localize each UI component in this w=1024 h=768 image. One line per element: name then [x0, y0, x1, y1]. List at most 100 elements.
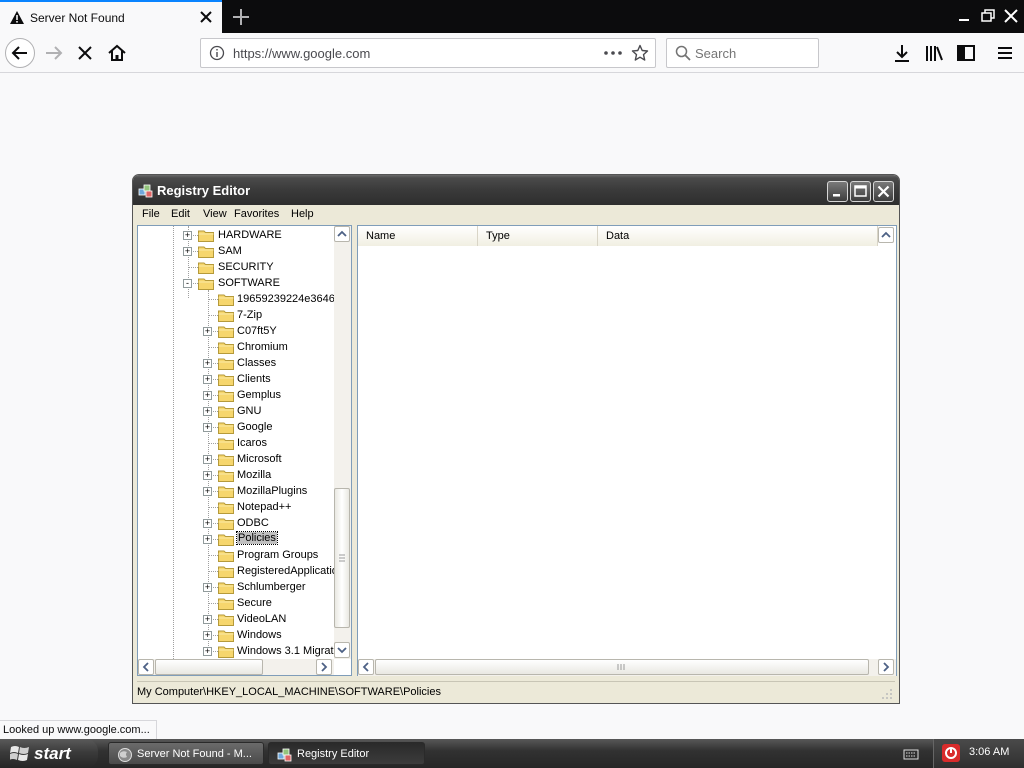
list-horizontal-scrollbar[interactable] — [358, 659, 896, 676]
keyboard-icon[interactable] — [903, 746, 919, 762]
tree-item[interactable]: 19659239224e3646 — [138, 291, 335, 307]
search-input[interactable] — [695, 44, 813, 62]
tree-item[interactable]: +Windows 3.1 Migration Status — [138, 643, 351, 659]
tree-item-label: Classes — [237, 357, 277, 369]
menu-favorites[interactable]: Favorites — [234, 208, 279, 220]
tree-item[interactable]: + Mozilla — [138, 467, 334, 483]
expand-icon[interactable]: + — [203, 391, 212, 400]
antivirus-icon[interactable] — [942, 744, 960, 762]
scroll-up-button[interactable] — [334, 226, 350, 242]
start-button[interactable]: start — [0, 739, 98, 768]
scroll-thumb[interactable] — [375, 659, 869, 675]
folder-icon — [218, 390, 234, 402]
close-button[interactable] — [873, 181, 894, 202]
tree-vertical-scrollbar[interactable] — [334, 226, 351, 659]
tree-item[interactable]: - SOFTWARE — [138, 275, 334, 291]
tree-item[interactable]: Secure — [138, 595, 334, 611]
scroll-left-button[interactable] — [138, 659, 154, 675]
tree-item[interactable]: + Microsoft — [138, 451, 334, 467]
tree-item[interactable]: Program Groups — [138, 547, 334, 563]
info-icon[interactable] — [209, 45, 225, 61]
tree-item[interactable]: + GNU — [138, 403, 334, 419]
tree-item[interactable]: Notepad++ — [138, 499, 334, 515]
expand-icon[interactable]: + — [203, 615, 212, 624]
expand-icon[interactable]: + — [203, 407, 212, 416]
tree-item[interactable]: + C07ft5Y — [138, 323, 334, 339]
expand-icon[interactable]: + — [183, 247, 192, 256]
expand-icon[interactable]: + — [203, 471, 212, 480]
page-actions-icon[interactable] — [603, 47, 623, 59]
expand-icon[interactable]: + — [203, 359, 212, 368]
sidebar-icon[interactable] — [955, 42, 977, 64]
tree-item[interactable]: + SAM — [138, 243, 334, 259]
bookmark-star-icon[interactable] — [631, 44, 649, 62]
expand-icon[interactable]: + — [203, 583, 212, 592]
menu-icon[interactable] — [994, 42, 1016, 64]
menu-edit[interactable]: Edit — [171, 208, 190, 220]
scroll-right-button[interactable] — [878, 659, 894, 675]
tree-item[interactable]: + HARDWARE — [138, 227, 334, 243]
library-icon[interactable] — [923, 42, 945, 64]
collapse-icon[interactable]: - — [183, 279, 192, 288]
expand-icon[interactable]: + — [183, 231, 192, 240]
new-tab-icon[interactable] — [230, 6, 252, 28]
tree-horizontal-scrollbar[interactable] — [138, 659, 334, 675]
expand-icon[interactable]: + — [203, 519, 212, 528]
tree-line — [208, 555, 218, 556]
menu-file[interactable]: File — [142, 208, 160, 220]
close-browser-icon[interactable] — [1000, 5, 1022, 27]
scroll-left-button[interactable] — [358, 659, 374, 675]
tree-item[interactable]: + Schlumberger — [138, 579, 334, 595]
tree-item[interactable]: + ODBC — [138, 515, 334, 531]
close-tab-icon[interactable] — [199, 10, 213, 24]
expand-icon[interactable]: + — [203, 487, 212, 496]
minimize-button[interactable] — [827, 181, 848, 202]
resize-grip-icon[interactable] — [881, 688, 893, 700]
column-header-type[interactable]: Type — [478, 226, 598, 246]
tree-item[interactable]: + Classes — [138, 355, 334, 371]
scroll-thumb[interactable] — [334, 488, 350, 628]
tree-item[interactable]: 7-Zip — [138, 307, 334, 323]
search-bar[interactable] — [666, 38, 819, 68]
tree-item[interactable]: + Windows — [138, 627, 334, 643]
download-icon[interactable] — [891, 42, 913, 64]
tree-item[interactable]: Chromium — [138, 339, 334, 355]
tree-item[interactable]: + MozillaPlugins — [138, 483, 334, 499]
back-button[interactable] — [5, 38, 35, 68]
column-header-name[interactable]: Name — [358, 226, 478, 246]
taskbar-item-firefox[interactable]: Server Not Found - M... — [108, 742, 264, 765]
expand-icon[interactable]: + — [203, 423, 212, 432]
tree-item[interactable]: + Gemplus — [138, 387, 334, 403]
window-titlebar[interactable]: Registry Editor — [133, 175, 899, 205]
tree-item[interactable]: + Clients — [138, 371, 334, 387]
scroll-right-button[interactable] — [316, 659, 332, 675]
expand-icon[interactable]: + — [203, 455, 212, 464]
stop-button[interactable] — [70, 38, 100, 68]
maximize-button[interactable] — [850, 181, 871, 202]
expand-icon[interactable]: + — [203, 631, 212, 640]
expand-icon[interactable]: + — [203, 375, 212, 384]
menu-help[interactable]: Help — [291, 208, 314, 220]
tree-item[interactable]: + Google — [138, 419, 334, 435]
address-bar[interactable]: https://www.google.com — [200, 38, 656, 68]
tree-item[interactable]: + VideoLAN — [138, 611, 334, 627]
restore-browser-icon[interactable] — [977, 5, 999, 27]
expand-icon[interactable]: + — [203, 647, 212, 656]
tree-item-selected[interactable]: + Policies — [138, 531, 334, 547]
minimize-browser-icon[interactable] — [953, 5, 975, 27]
list-scroll-up-button[interactable] — [878, 227, 894, 243]
scroll-down-button[interactable] — [334, 642, 350, 658]
expand-icon[interactable]: + — [203, 327, 212, 336]
expand-icon[interactable]: + — [203, 535, 212, 544]
menu-view[interactable]: View — [203, 208, 227, 220]
tree-item[interactable]: Icaros — [138, 435, 334, 451]
home-button[interactable] — [102, 38, 132, 68]
tree-line — [208, 603, 218, 604]
browser-tab[interactable]: Server Not Found — [0, 0, 222, 33]
scroll-thumb[interactable] — [155, 659, 263, 675]
column-header-data[interactable]: Data — [598, 226, 878, 246]
forward-button[interactable] — [39, 38, 69, 68]
taskbar-item-regedit[interactable]: Registry Editor — [268, 742, 425, 765]
tree-item[interactable]: SECURITY — [138, 259, 334, 275]
tree-item[interactable]: RegisteredApplications — [138, 563, 350, 579]
